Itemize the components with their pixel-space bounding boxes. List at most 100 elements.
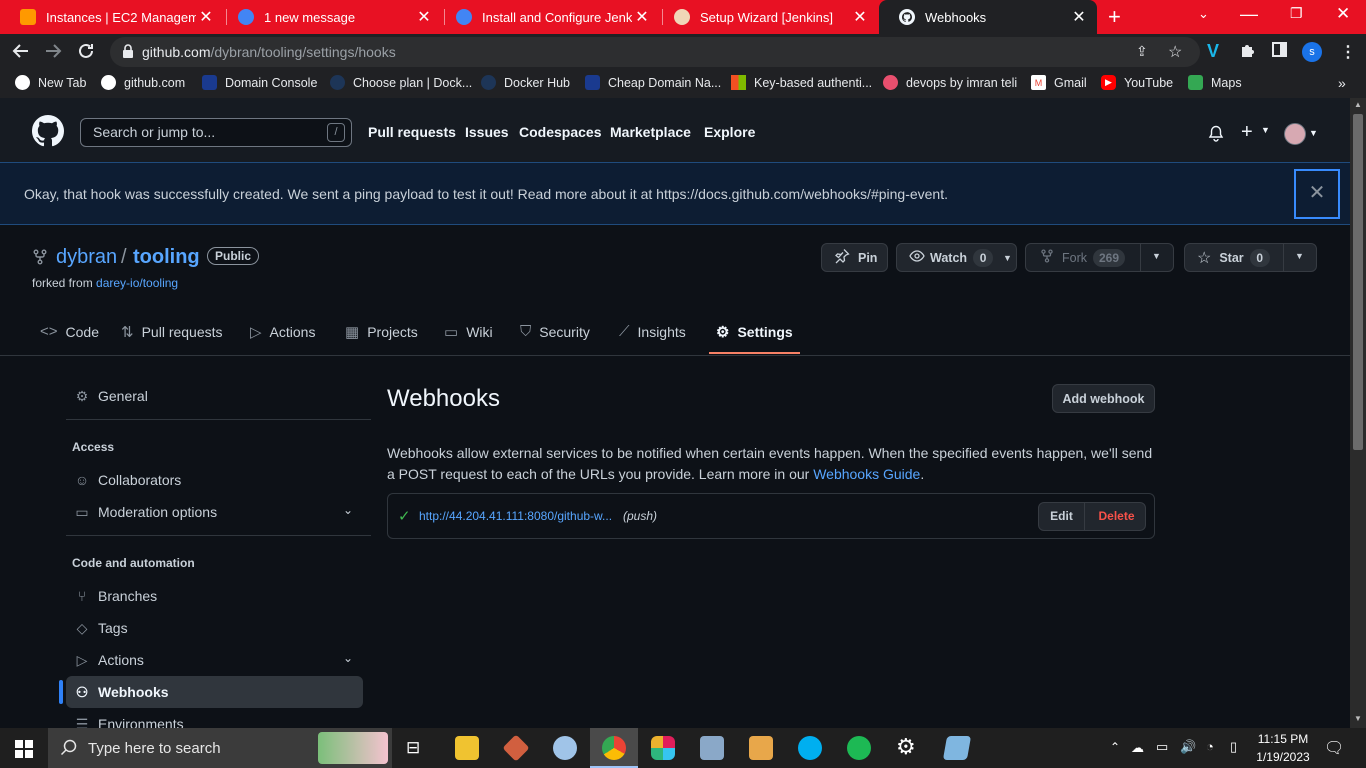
- nav-marketplace[interactable]: Marketplace: [610, 124, 691, 140]
- close-flash-button[interactable]: ✕: [1294, 169, 1340, 219]
- bookmark-devops[interactable]: devops by imran teli: [883, 75, 1017, 90]
- user-avatar[interactable]: [1284, 123, 1306, 145]
- notification-center-icon[interactable]: 🗨: [1324, 738, 1344, 758]
- tab-wiki[interactable]: ▭ Wiki: [444, 323, 493, 341]
- sidebar-item-actions[interactable]: ▷ Actions ⌄: [66, 644, 363, 676]
- tab-code[interactable]: <> Code: [40, 323, 99, 340]
- bookmark-github[interactable]: github.com: [101, 75, 185, 90]
- app-icon[interactable]: [942, 736, 972, 760]
- bookmark-gmail[interactable]: M Gmail: [1031, 75, 1087, 90]
- sidebar-item-general[interactable]: ⚙ General: [66, 380, 363, 412]
- webhooks-guide-link[interactable]: Webhooks Guide: [813, 466, 920, 482]
- tab-search-chevron-icon[interactable]: ⌄: [1198, 6, 1209, 22]
- tab-insights[interactable]: ⟋ Insights: [619, 323, 686, 340]
- create-new-plus-icon[interactable]: +: [1241, 121, 1253, 144]
- edit-button[interactable]: Edit: [1039, 503, 1085, 530]
- star-button[interactable]: ☆ Star 0 ▼: [1184, 243, 1317, 272]
- app-icon[interactable]: [700, 736, 724, 760]
- bookmark-new-tab[interactable]: New Tab: [15, 75, 86, 90]
- onedrive-cloud-icon[interactable]: ☁: [1131, 740, 1144, 756]
- close-window-button[interactable]: ✕: [1336, 4, 1350, 24]
- share-icon[interactable]: ⇪: [1136, 43, 1148, 60]
- github-logo-icon[interactable]: [32, 115, 64, 150]
- nav-explore[interactable]: Explore: [704, 124, 755, 140]
- browser-tab-webhooks[interactable]: Webhooks ✕: [879, 0, 1097, 34]
- skype-icon[interactable]: [798, 736, 822, 760]
- close-tab-icon[interactable]: ✕: [414, 7, 434, 27]
- scroll-down-icon[interactable]: ▼: [1354, 714, 1362, 723]
- tab-projects[interactable]: ▦ Projects: [345, 323, 418, 341]
- nav-codespaces[interactable]: Codespaces: [519, 124, 601, 140]
- browser-tab-jenkins-install[interactable]: Install and Configure Jenkins ✕: [436, 0, 660, 34]
- browser-tab-jenkins-setup[interactable]: Setup Wizard [Jenkins] ✕: [654, 0, 878, 34]
- chevron-up-icon[interactable]: ⌃: [1110, 740, 1120, 754]
- add-webhook-button[interactable]: Add webhook: [1052, 384, 1155, 413]
- sidebar-item-branches[interactable]: ⑂ Branches: [66, 580, 363, 612]
- vimeo-extension-icon[interactable]: V: [1207, 41, 1219, 62]
- restore-button[interactable]: ❐: [1290, 5, 1303, 22]
- file-explorer-icon[interactable]: [455, 736, 479, 760]
- tab-pull-requests[interactable]: ⇅ Pull requests: [121, 323, 223, 341]
- slack-icon[interactable]: [651, 736, 675, 760]
- page-scrollbar[interactable]: ▲ ▼: [1350, 98, 1366, 728]
- sidebar-item-tags[interactable]: ◇ Tags: [66, 612, 363, 644]
- new-tab-button[interactable]: +: [1108, 4, 1121, 30]
- delete-button[interactable]: Delete: [1086, 503, 1145, 530]
- bookmark-maps[interactable]: Maps: [1188, 75, 1242, 90]
- browser-tab-ec2[interactable]: Instances | EC2 Management ✕: [0, 0, 224, 34]
- sidebar-item-environments[interactable]: ☰ Environments: [66, 708, 363, 728]
- bookmark-youtube[interactable]: ▶ YouTube: [1101, 75, 1173, 90]
- forked-from-link[interactable]: darey-io/tooling: [96, 276, 178, 290]
- search-input[interactable]: Search or jump to... /: [80, 118, 352, 147]
- tab-security[interactable]: ⛉ Security: [520, 323, 590, 340]
- bookmark-key-auth[interactable]: Key-based authenti...: [731, 75, 872, 90]
- spotify-icon[interactable]: [847, 736, 871, 760]
- webhook-url-link[interactable]: http://44.204.41.111:8080/github-w...: [419, 509, 612, 523]
- clock-time[interactable]: 11:15 PM: [1250, 732, 1316, 746]
- pin-button[interactable]: Pin: [821, 243, 888, 272]
- close-tab-icon[interactable]: ✕: [196, 7, 216, 27]
- reload-icon[interactable]: [77, 42, 95, 65]
- media-player-icon[interactable]: [749, 736, 773, 760]
- bookmark-cheap-domain[interactable]: Cheap Domain Na...: [585, 75, 721, 90]
- back-arrow-icon[interactable]: [12, 42, 30, 65]
- bookmark-domain-console[interactable]: Domain Console: [202, 75, 317, 90]
- notifications-bell-icon[interactable]: [1208, 125, 1224, 145]
- sidebar-item-moderation[interactable]: ▭ Moderation options ⌄: [66, 496, 363, 528]
- sidebar-item-webhooks[interactable]: ⚇ Webhooks: [66, 676, 363, 708]
- app-icon[interactable]: [553, 736, 577, 760]
- bookmark-docker-plan[interactable]: Choose plan | Dock...: [330, 75, 472, 90]
- bookmark-docker-hub[interactable]: Docker Hub: [481, 75, 570, 90]
- chrome-menu-icon[interactable]: ⋮: [1340, 42, 1356, 62]
- extensions-puzzle-icon[interactable]: [1240, 42, 1256, 63]
- windows-start-icon[interactable]: [15, 740, 33, 761]
- volume-icon[interactable]: 🔊: [1180, 739, 1196, 755]
- sidebar-item-collaborators[interactable]: ☺ Collaborators: [66, 464, 363, 496]
- repo-name-link[interactable]: tooling: [133, 246, 200, 269]
- battery-icon[interactable]: ▭: [1156, 739, 1168, 755]
- side-panel-icon[interactable]: [1272, 42, 1287, 62]
- nav-pull-requests[interactable]: Pull requests: [368, 124, 456, 140]
- taskbar-search-input[interactable]: Type here to search: [48, 728, 392, 768]
- scroll-up-icon[interactable]: ▲: [1354, 100, 1362, 109]
- repo-owner-link[interactable]: dybran: [56, 246, 117, 269]
- close-tab-icon[interactable]: ✕: [1069, 7, 1089, 27]
- task-view-icon[interactable]: ⊟: [406, 738, 420, 758]
- git-icon[interactable]: [502, 734, 530, 762]
- watch-button[interactable]: Watch 0 ▼: [896, 243, 1017, 272]
- device-icon[interactable]: ▯: [1230, 739, 1237, 755]
- more-bookmarks-icon[interactable]: »: [1338, 75, 1346, 91]
- scrollbar-thumb[interactable]: [1353, 114, 1363, 450]
- minimize-button[interactable]: —: [1240, 4, 1258, 25]
- clock-date[interactable]: 1/19/2023: [1250, 750, 1316, 764]
- wifi-icon[interactable]: ◔: [1206, 739, 1214, 754]
- settings-gear-icon[interactable]: ⚙: [896, 734, 916, 760]
- tab-settings[interactable]: ⚙ Settings: [716, 323, 793, 341]
- close-tab-icon[interactable]: ✕: [632, 7, 652, 27]
- bookmark-star-icon[interactable]: ☆: [1168, 42, 1182, 62]
- close-tab-icon[interactable]: ✕: [850, 7, 870, 27]
- lock-icon[interactable]: [122, 44, 134, 61]
- fork-button[interactable]: Fork 269 ▼: [1025, 243, 1174, 272]
- address-bar[interactable]: github.com/dybran/tooling/settings/hooks…: [110, 37, 1200, 67]
- chevron-down-icon[interactable]: ▼: [1152, 251, 1161, 261]
